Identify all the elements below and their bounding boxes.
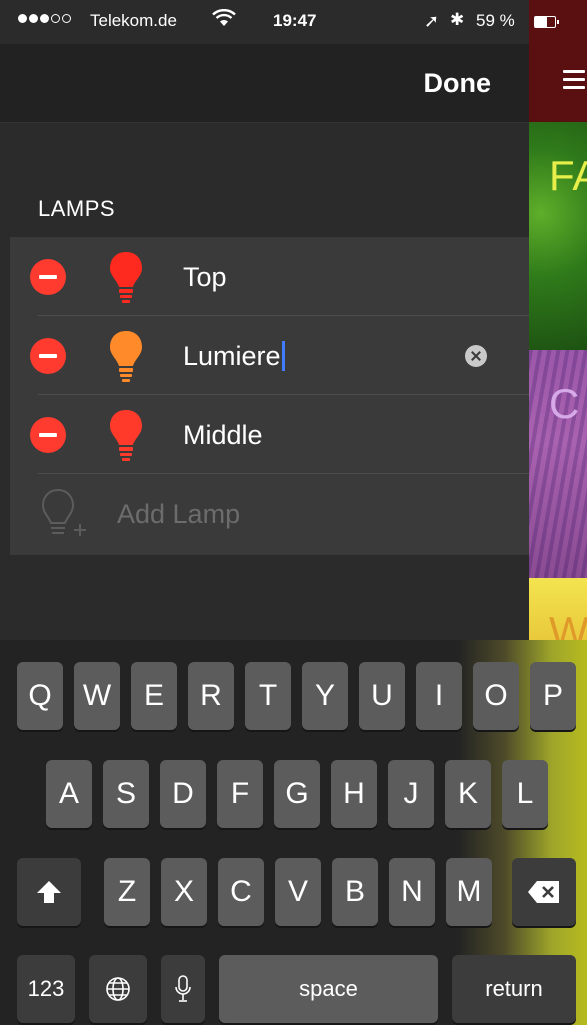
peek-panel[interactable]: FA C W <box>529 0 587 640</box>
delete-lamp-icon[interactable] <box>30 259 66 295</box>
keyboard: QWERTYUIOP ASDFGHJKL ZXCVBNM 123 space r… <box>0 640 587 1025</box>
battery-percentage: 59 % <box>476 11 515 30</box>
delete-lamp-icon[interactable] <box>30 338 66 374</box>
numbers-key[interactable]: 123 <box>17 955 75 1023</box>
key-a[interactable]: A <box>46 760 92 828</box>
clear-text-icon[interactable] <box>465 345 487 367</box>
return-key[interactable]: return <box>452 955 576 1023</box>
lamp-name: Top <box>183 262 227 292</box>
key-x[interactable]: X <box>161 858 207 926</box>
bulb-icon <box>110 410 142 461</box>
key-o[interactable]: O <box>473 662 519 730</box>
dictation-key[interactable] <box>161 955 205 1023</box>
key-q[interactable]: Q <box>17 662 63 730</box>
space-key[interactable]: space <box>219 955 438 1023</box>
peek-tile-3-text: W <box>549 608 587 640</box>
add-lamp-label: Add Lamp <box>117 499 241 529</box>
globe-key[interactable] <box>89 955 147 1023</box>
lamp-name-input[interactable]: Lumiere <box>183 341 285 372</box>
bluetooth-icon: ✱ <box>450 10 465 29</box>
key-t[interactable]: T <box>245 662 291 730</box>
key-u[interactable]: U <box>359 662 405 730</box>
done-button[interactable]: Done <box>424 68 492 99</box>
key-r[interactable]: R <box>188 662 234 730</box>
key-s[interactable]: S <box>103 760 149 828</box>
section-header: LAMPS <box>38 196 116 221</box>
app-root: FA C W Done LAMPS Top Lumiere Middle Add… <box>0 0 587 1025</box>
peek-tile-2-text: C <box>549 380 580 427</box>
menu-icon[interactable] <box>563 70 585 92</box>
bulb-icon <box>110 331 142 382</box>
add-lamp-row[interactable]: Add Lamp <box>10 474 529 553</box>
key-h[interactable]: H <box>331 760 377 828</box>
delete-lamp-icon[interactable] <box>30 417 66 453</box>
backspace-key[interactable] <box>512 858 576 926</box>
key-y[interactable]: Y <box>302 662 348 730</box>
carrier-name: Telekom.de <box>90 11 177 30</box>
key-m[interactable]: M <box>446 858 492 926</box>
key-f[interactable]: F <box>217 760 263 828</box>
key-d[interactable]: D <box>160 760 206 828</box>
lamp-list: Top Lumiere Middle Add Lamp <box>10 237 529 555</box>
key-b[interactable]: B <box>332 858 378 926</box>
lamps-panel: Done LAMPS Top Lumiere Middle Add Lamp <box>0 0 529 640</box>
key-z[interactable]: Z <box>104 858 150 926</box>
text-cursor <box>281 341 285 371</box>
peek-tile-3[interactable]: W <box>529 578 587 640</box>
lamp-name-value: Lumiere <box>183 341 281 371</box>
shift-arrow-icon <box>37 881 61 903</box>
lamp-row[interactable]: Middle <box>10 395 529 474</box>
globe-icon <box>106 977 130 1001</box>
key-k[interactable]: K <box>445 760 491 828</box>
key-e[interactable]: E <box>131 662 177 730</box>
clock: 19:47 <box>273 11 317 30</box>
peek-tile-2[interactable]: C <box>529 350 587 578</box>
backspace-icon <box>528 881 559 903</box>
key-c[interactable]: C <box>218 858 264 926</box>
lamp-row-editing[interactable]: Lumiere <box>10 316 529 395</box>
key-w[interactable]: W <box>74 662 120 730</box>
signal-strength-icon <box>18 14 71 23</box>
key-g[interactable]: G <box>274 760 320 828</box>
lamp-row[interactable]: Top <box>10 237 529 316</box>
key-j[interactable]: J <box>388 760 434 828</box>
key-p[interactable]: P <box>530 662 576 730</box>
peek-tile-1-text: FA <box>549 152 587 199</box>
location-arrow-icon: ➚ <box>424 11 440 31</box>
battery-icon <box>534 16 559 28</box>
microphone-icon <box>175 975 191 1002</box>
wifi-icon <box>212 9 236 26</box>
add-lamp-icon <box>41 488 86 536</box>
key-v[interactable]: V <box>275 858 321 926</box>
key-l[interactable]: L <box>502 760 548 828</box>
peek-tile-1[interactable]: FA <box>529 122 587 350</box>
bulb-icon <box>110 252 142 303</box>
nav-bar: Done <box>0 44 529 123</box>
shift-key[interactable] <box>17 858 81 926</box>
key-n[interactable]: N <box>389 858 435 926</box>
status-bar: Telekom.de 19:47 ➚ ✱ 59 % <box>0 0 587 44</box>
lamp-name: Middle <box>183 420 263 450</box>
key-i[interactable]: I <box>416 662 462 730</box>
